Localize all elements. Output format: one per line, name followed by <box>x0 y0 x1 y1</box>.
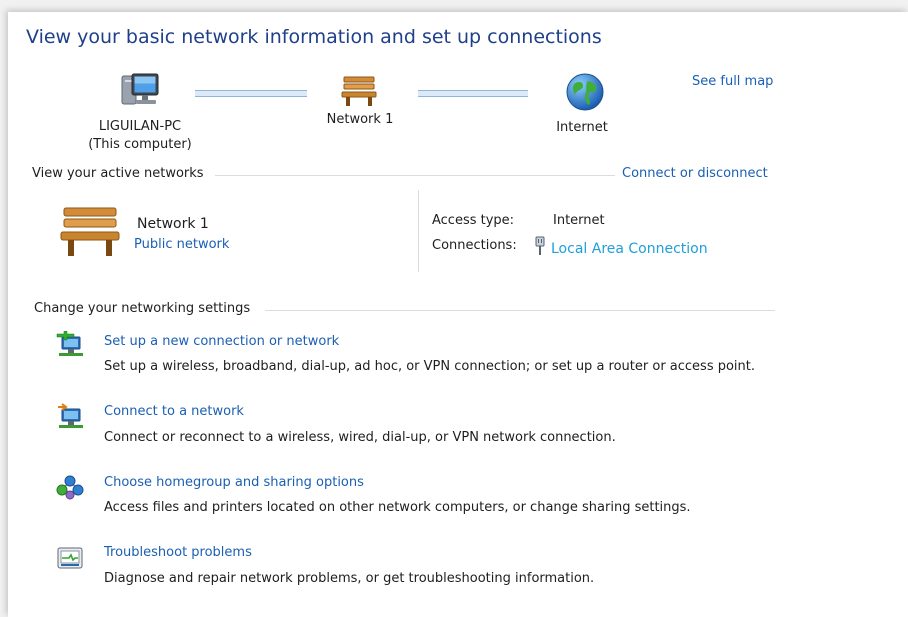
connections-label: Connections: <box>432 238 517 253</box>
ethernet-plug-icon <box>534 236 546 256</box>
active-networks-divider <box>418 190 419 272</box>
task-homegroup-description: Access files and printers located on oth… <box>104 500 691 515</box>
computer-subtitle: (This computer) <box>88 137 192 152</box>
task-setup-description: Set up a wireless, broadband, dial-up, a… <box>104 359 756 374</box>
internet-globe-icon[interactable] <box>565 72 605 112</box>
task-setup-link[interactable]: Set up a new connection or network <box>104 334 339 349</box>
troubleshoot-icon[interactable] <box>56 546 84 570</box>
access-type-label: Access type: <box>432 213 515 228</box>
map-network-label: Network 1 <box>326 112 394 127</box>
task-homegroup-link[interactable]: Choose homegroup and sharing options <box>104 475 364 490</box>
public-network-link[interactable]: Public network <box>134 237 229 252</box>
change-settings-rule <box>265 310 775 311</box>
local-area-connection-link[interactable]: Local Area Connection <box>551 241 708 257</box>
internet-label: Internet <box>556 120 608 135</box>
computer-label: LIGUILAN-PC (This computer) <box>70 118 210 154</box>
task-troubleshoot-description: Diagnose and repair network problems, or… <box>104 571 595 586</box>
active-networks-rule <box>215 175 615 176</box>
new-connection-icon[interactable] <box>56 330 86 357</box>
active-network-bench-icon <box>58 205 122 259</box>
task-connect-description: Connect or reconnect to a wireless, wire… <box>104 430 616 445</box>
change-settings-heading: Change your networking settings <box>34 301 251 316</box>
active-networks-heading: View your active networks <box>32 166 204 181</box>
active-network-name: Network 1 <box>137 216 209 232</box>
network-bench-icon[interactable] <box>340 75 378 107</box>
computer-name: LIGUILAN-PC <box>98 119 182 134</box>
map-connector-2 <box>418 90 528 97</box>
page-title: View your basic network information and … <box>26 26 602 48</box>
homegroup-icon[interactable] <box>55 474 85 500</box>
see-full-map-link[interactable]: See full map <box>692 74 773 89</box>
computer-icon[interactable] <box>120 72 162 110</box>
task-troubleshoot-link[interactable]: Troubleshoot problems <box>104 545 252 560</box>
access-type-value: Internet <box>553 213 605 228</box>
task-connect-link[interactable]: Connect to a network <box>104 404 244 419</box>
connect-or-disconnect-link[interactable]: Connect or disconnect <box>622 166 768 181</box>
connect-network-icon[interactable] <box>56 403 86 429</box>
map-connector-1 <box>195 90 307 97</box>
